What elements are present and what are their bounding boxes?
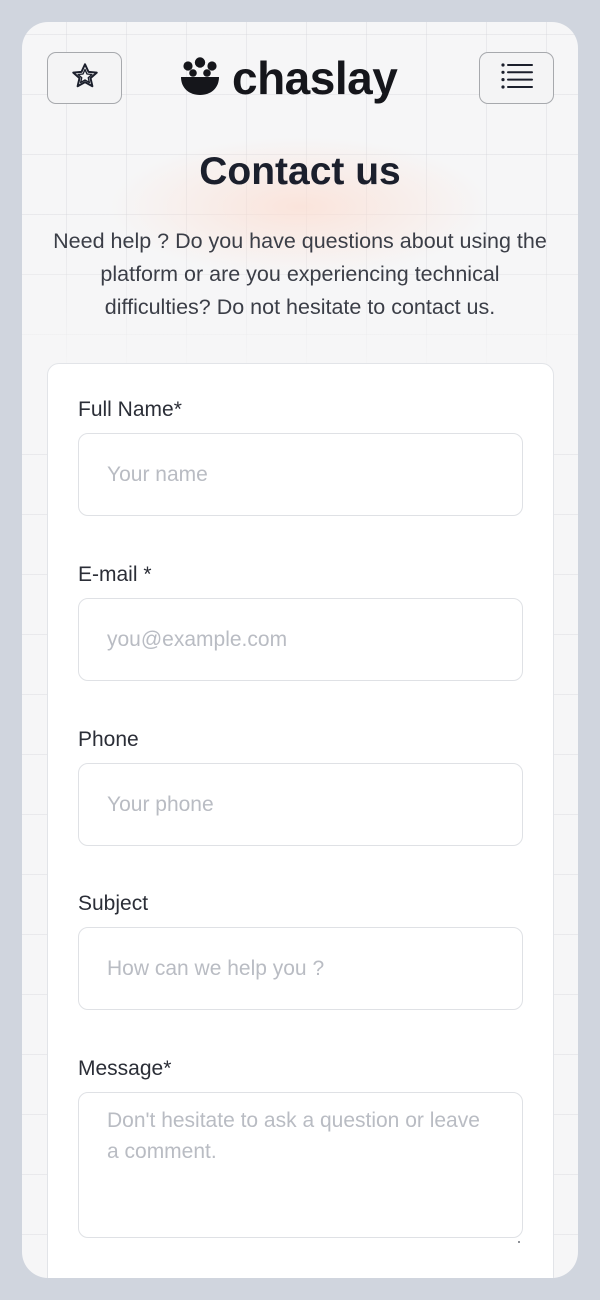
full-name-input[interactable] bbox=[78, 433, 523, 516]
brand-logo[interactable]: chaslay bbox=[180, 50, 398, 106]
email-label: E-mail * bbox=[78, 563, 152, 586]
subject-input[interactable] bbox=[78, 927, 523, 1010]
intro-text: Need help ? Do you have questions about … bbox=[53, 229, 547, 319]
full-name-label: Full Name* bbox=[78, 398, 182, 421]
resize-handle-icon[interactable] bbox=[515, 1231, 521, 1243]
star-icon bbox=[70, 61, 100, 96]
phone-input[interactable] bbox=[78, 763, 523, 846]
phone-label: Phone bbox=[78, 728, 139, 751]
bowl-dots-icon bbox=[180, 56, 220, 101]
app-frame: chaslay Contact us Need help ? Do you ha… bbox=[22, 22, 578, 1278]
message-label: Message* bbox=[78, 1057, 172, 1080]
list-icon bbox=[500, 61, 534, 96]
logo-text: chaslay bbox=[232, 52, 398, 104]
subject-label: Subject bbox=[78, 892, 149, 915]
message-textarea[interactable] bbox=[78, 1092, 523, 1238]
page-title: Contact us bbox=[199, 150, 401, 193]
contact-form: Full Name* E-mail * Phone Subject Messag… bbox=[47, 363, 554, 1278]
favorite-button[interactable] bbox=[47, 52, 122, 104]
menu-button[interactable] bbox=[479, 52, 554, 104]
email-input[interactable] bbox=[78, 598, 523, 681]
